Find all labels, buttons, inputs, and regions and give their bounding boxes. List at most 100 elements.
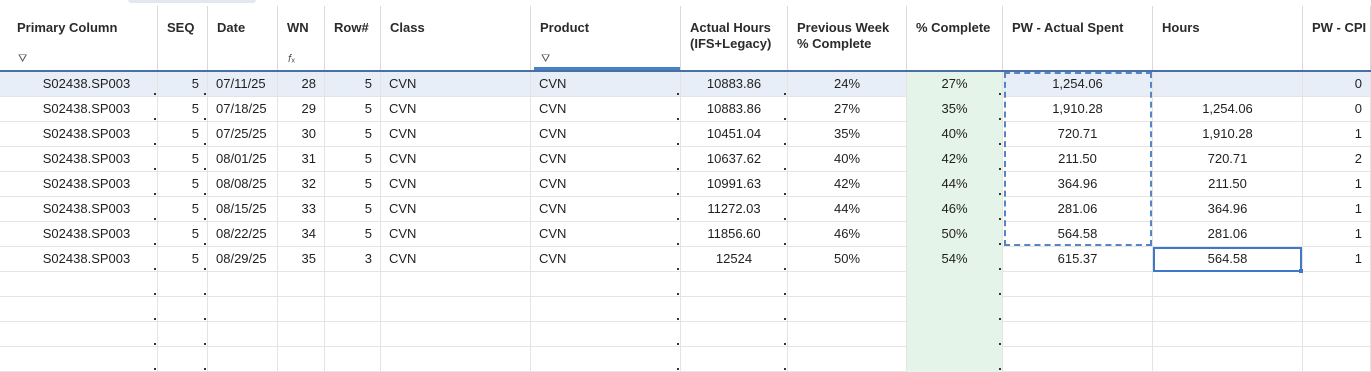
cell-date[interactable]: 07/18/25 bbox=[208, 97, 278, 122]
cell-class[interactable] bbox=[381, 347, 531, 372]
cell-hours[interactable]: 1,254.06 bbox=[1153, 97, 1303, 122]
cell-pw_spent[interactable]: 364.96 bbox=[1003, 172, 1153, 197]
cell-hours[interactable] bbox=[1153, 272, 1303, 297]
cell-primary[interactable]: S02438.SP003 bbox=[0, 172, 158, 197]
cell-pw_cpi[interactable] bbox=[1303, 297, 1371, 322]
cell-seq[interactable] bbox=[158, 272, 208, 297]
cell-primary[interactable] bbox=[0, 272, 158, 297]
cell-product[interactable] bbox=[531, 272, 681, 297]
cell-actual[interactable]: 10637.62 bbox=[681, 147, 788, 172]
cell-product[interactable]: CVN bbox=[531, 247, 681, 272]
column-header-actual[interactable]: Actual Hours (IFS+Legacy) bbox=[681, 6, 788, 70]
cell-product[interactable]: CVN bbox=[531, 222, 681, 247]
column-header-hours[interactable]: Hours bbox=[1153, 6, 1303, 70]
cell-class[interactable]: CVN bbox=[381, 97, 531, 122]
cell-wn[interactable]: 32 bbox=[278, 172, 325, 197]
cell-primary[interactable]: S02438.SP003 bbox=[0, 122, 158, 147]
table-row[interactable]: S02438.SP003 5 08/22/25 34 5 CVN CVN 11856.60 46… bbox=[0, 222, 1371, 247]
cell-class[interactable]: CVN bbox=[381, 222, 531, 247]
cell-wn[interactable]: 31 bbox=[278, 147, 325, 172]
cell-actual[interactable] bbox=[681, 272, 788, 297]
cell-pct[interactable]: 27% bbox=[907, 72, 1003, 97]
cell-date[interactable]: 07/11/25 bbox=[208, 72, 278, 97]
cell-pw_cpi[interactable]: 0 bbox=[1303, 72, 1371, 97]
cell-pw_spent[interactable] bbox=[1003, 297, 1153, 322]
cell-prev[interactable]: 35% bbox=[788, 122, 907, 147]
cell-prev[interactable] bbox=[788, 347, 907, 372]
cell-wn[interactable]: 33 bbox=[278, 197, 325, 222]
cell-rownum[interactable] bbox=[325, 322, 381, 347]
cell-wn[interactable]: 30 bbox=[278, 122, 325, 147]
cell-prev[interactable] bbox=[788, 322, 907, 347]
cell-hours[interactable] bbox=[1153, 322, 1303, 347]
cell-class[interactable]: CVN bbox=[381, 197, 531, 222]
cell-prev[interactable]: 24% bbox=[788, 72, 907, 97]
cell-wn[interactable] bbox=[278, 297, 325, 322]
cell-wn[interactable] bbox=[278, 347, 325, 372]
cell-pw_spent[interactable]: 281.06 bbox=[1003, 197, 1153, 222]
cell-rownum[interactable]: 3 bbox=[325, 247, 381, 272]
cell-seq[interactable] bbox=[158, 347, 208, 372]
cell-date[interactable] bbox=[208, 297, 278, 322]
cell-rownum[interactable]: 5 bbox=[325, 97, 381, 122]
cell-primary[interactable]: S02438.SP003 bbox=[0, 197, 158, 222]
sheet-tab-indicator[interactable] bbox=[128, 0, 256, 3]
cell-wn[interactable]: 28 bbox=[278, 72, 325, 97]
cell-actual[interactable] bbox=[681, 297, 788, 322]
cell-pw_cpi[interactable] bbox=[1303, 322, 1371, 347]
cell-pct[interactable] bbox=[907, 272, 1003, 297]
column-header-pct[interactable]: % Complete bbox=[907, 6, 1003, 70]
cell-hours[interactable] bbox=[1153, 347, 1303, 372]
filter-icon[interactable]: ⛛ bbox=[541, 53, 550, 66]
table-row[interactable] bbox=[0, 347, 1371, 372]
cell-rownum[interactable] bbox=[325, 272, 381, 297]
cell-pct[interactable]: 50% bbox=[907, 222, 1003, 247]
table-row[interactable]: S02438.SP003 5 07/25/25 30 5 CVN CVN 10451.04 35… bbox=[0, 122, 1371, 147]
cell-product[interactable]: CVN bbox=[531, 122, 681, 147]
cell-seq[interactable]: 5 bbox=[158, 122, 208, 147]
table-row[interactable] bbox=[0, 322, 1371, 347]
cell-pw_spent[interactable]: 1,910.28 bbox=[1003, 97, 1153, 122]
cell-product[interactable]: CVN bbox=[531, 72, 681, 97]
cell-class[interactable]: CVN bbox=[381, 72, 531, 97]
cell-wn[interactable]: 34 bbox=[278, 222, 325, 247]
cell-product[interactable]: CVN bbox=[531, 197, 681, 222]
cell-seq[interactable]: 5 bbox=[158, 172, 208, 197]
column-header-rownum[interactable]: Row# bbox=[325, 6, 381, 70]
cell-class[interactable] bbox=[381, 272, 531, 297]
cell-prev[interactable]: 40% bbox=[788, 147, 907, 172]
cell-actual[interactable]: 12524 bbox=[681, 247, 788, 272]
cell-actual[interactable]: 10451.04 bbox=[681, 122, 788, 147]
cell-prev[interactable]: 42% bbox=[788, 172, 907, 197]
cell-prev[interactable]: 46% bbox=[788, 222, 907, 247]
column-header-wn[interactable]: WN 𝑓ₓ bbox=[278, 6, 325, 70]
cell-primary[interactable]: S02438.SP003 bbox=[0, 222, 158, 247]
cell-pw_spent[interactable]: 564.58 bbox=[1003, 222, 1153, 247]
cell-primary[interactable]: S02438.SP003 bbox=[0, 147, 158, 172]
cell-seq[interactable] bbox=[158, 297, 208, 322]
cell-pw_cpi[interactable]: 1 bbox=[1303, 197, 1371, 222]
cell-seq[interactable]: 5 bbox=[158, 222, 208, 247]
cell-pw_cpi[interactable]: 1 bbox=[1303, 122, 1371, 147]
cell-pw_cpi[interactable] bbox=[1303, 347, 1371, 372]
cell-actual[interactable] bbox=[681, 347, 788, 372]
cell-rownum[interactable]: 5 bbox=[325, 122, 381, 147]
cell-wn[interactable]: 29 bbox=[278, 97, 325, 122]
cell-actual[interactable]: 10883.86 bbox=[681, 72, 788, 97]
cell-class[interactable]: CVN bbox=[381, 122, 531, 147]
cell-seq[interactable]: 5 bbox=[158, 247, 208, 272]
cell-class[interactable] bbox=[381, 322, 531, 347]
cell-class[interactable]: CVN bbox=[381, 247, 531, 272]
cell-pct[interactable]: 44% bbox=[907, 172, 1003, 197]
cell-date[interactable]: 08/08/25 bbox=[208, 172, 278, 197]
cell-date[interactable]: 08/15/25 bbox=[208, 197, 278, 222]
cell-actual[interactable]: 10991.63 bbox=[681, 172, 788, 197]
cell-hours[interactable]: 364.96 bbox=[1153, 197, 1303, 222]
cell-pw_spent[interactable]: 720.71 bbox=[1003, 122, 1153, 147]
cell-rownum[interactable]: 5 bbox=[325, 72, 381, 97]
cell-primary[interactable]: S02438.SP003 bbox=[0, 247, 158, 272]
cell-pw_spent[interactable]: 615.37 bbox=[1003, 247, 1153, 272]
cell-rownum[interactable] bbox=[325, 347, 381, 372]
table-row[interactable]: S02438.SP003 5 08/29/25 35 3 CVN CVN 12524 50% 54… bbox=[0, 247, 1371, 272]
cell-prev[interactable]: 27% bbox=[788, 97, 907, 122]
